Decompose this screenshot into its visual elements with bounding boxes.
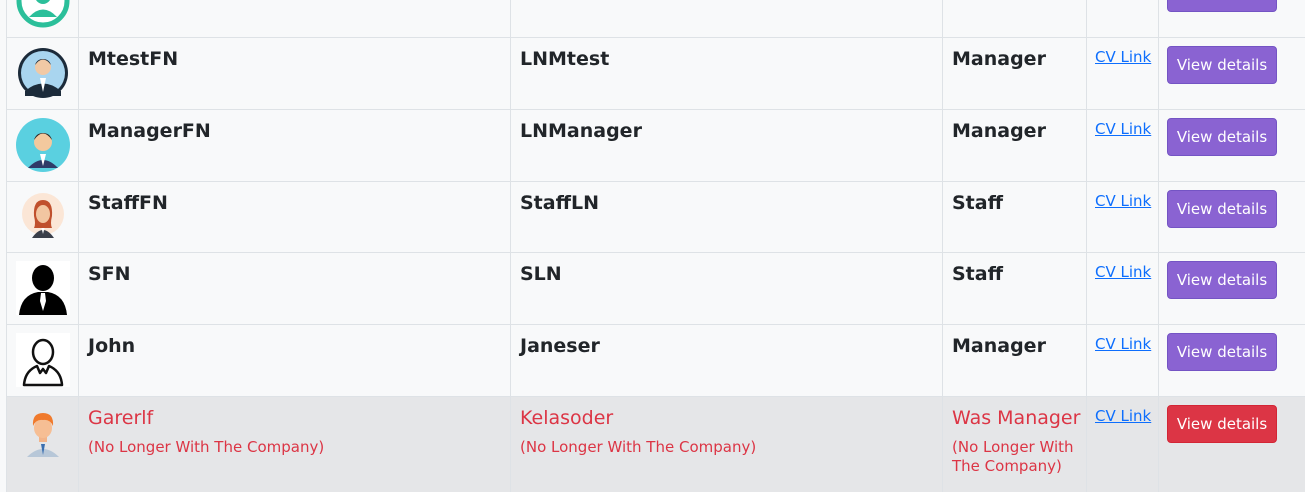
action-cell: View details (1159, 110, 1305, 181)
cv-link[interactable]: CV Link (1095, 120, 1151, 138)
status-note: (No Longer With The Company) (520, 438, 757, 456)
role: Staff (952, 263, 1003, 285)
role-cell (943, 0, 1087, 37)
avatar-cell (7, 253, 79, 324)
last-name-cell: LNMtest (511, 38, 943, 109)
view-details-button[interactable]: View details (1167, 333, 1277, 371)
first-name: StaffFN (88, 192, 168, 214)
role-cell: Staff (943, 182, 1087, 252)
view-details-button[interactable] (1167, 0, 1277, 12)
cv-link[interactable]: CV Link (1095, 335, 1151, 353)
table-row (7, 0, 1305, 38)
table-row: MtestFN LNMtest Manager CV Link View det… (7, 38, 1305, 110)
table-row: ManagerFN LNManager Manager CV Link View… (7, 110, 1305, 182)
last-name-cell (511, 0, 943, 37)
avatar-cell (7, 38, 79, 109)
table-row: John Janeser Manager CV Link View detail… (7, 325, 1305, 397)
action-cell: View details (1159, 397, 1305, 492)
last-name: LNMtest (520, 48, 610, 70)
action-cell: View details (1159, 38, 1305, 109)
cv-cell: CV Link (1087, 397, 1159, 492)
last-name: Kelasoder (520, 407, 614, 429)
avatar-cell (7, 110, 79, 181)
first-name-cell: John (79, 325, 511, 396)
view-details-button[interactable]: View details (1167, 405, 1277, 443)
role-cell: Was Manager (No Longer With The Company) (943, 397, 1087, 492)
cv-cell: CV Link (1087, 325, 1159, 396)
outline-person-avatar-icon (16, 333, 70, 387)
last-name-cell: StaffLN (511, 182, 943, 252)
role: Staff (952, 192, 1003, 214)
cv-link[interactable]: CV Link (1095, 48, 1151, 66)
role: Manager (952, 120, 1046, 142)
last-name: StaffLN (520, 192, 599, 214)
view-details-button[interactable]: View details (1167, 46, 1277, 84)
role-cell: Manager (943, 325, 1087, 396)
view-details-button[interactable]: View details (1167, 118, 1277, 156)
avatar-cell (7, 397, 79, 492)
status-note: (No Longer With The Company) (88, 438, 325, 456)
view-details-button[interactable]: View details (1167, 190, 1277, 228)
businessman-circle-avatar-icon (16, 46, 70, 100)
cv-link[interactable]: CV Link (1095, 407, 1151, 425)
first-name: SFN (88, 263, 131, 285)
first-name: MtestFN (88, 48, 179, 70)
view-details-button[interactable]: View details (1167, 261, 1277, 299)
partial-teal-avatar-icon (16, 0, 70, 28)
action-cell: View details (1159, 325, 1305, 396)
last-name: Janeser (520, 335, 600, 357)
avatar-cell (7, 325, 79, 396)
silhouette-tie-avatar-icon (16, 261, 70, 315)
first-name-cell: SFN (79, 253, 511, 324)
first-name: John (88, 335, 136, 357)
last-name-cell: SLN (511, 253, 943, 324)
cv-cell: CV Link (1087, 253, 1159, 324)
avatar-cell (7, 182, 79, 252)
first-name-cell: MtestFN (79, 38, 511, 109)
cv-cell: CV Link (1087, 110, 1159, 181)
employee-table: MtestFN LNMtest Manager CV Link View det… (6, 0, 1305, 492)
last-name: LNManager (520, 120, 642, 142)
cv-cell: CV Link (1087, 38, 1159, 109)
role-cell: Manager (943, 38, 1087, 109)
action-cell: View details (1159, 182, 1305, 252)
first-name-cell: Garerlf (No Longer With The Company) (79, 397, 511, 492)
role: Was Manager (952, 407, 1081, 429)
first-name-cell: ManagerFN (79, 110, 511, 181)
staff-woman-avatar-icon (16, 190, 70, 244)
cv-cell (1087, 0, 1159, 37)
role: Manager (952, 48, 1046, 70)
table-row: SFN SLN Staff CV Link View details (7, 253, 1305, 325)
last-name: SLN (520, 263, 562, 285)
table-row-inactive: Garerlf (No Longer With The Company) Kel… (7, 397, 1305, 492)
role-cell: Manager (943, 110, 1087, 181)
last-name-cell: Kelasoder (No Longer With The Company) (511, 397, 943, 492)
first-name-cell: StaffFN (79, 182, 511, 252)
table-row: StaffFN StaffLN Staff CV Link View detai… (7, 182, 1305, 253)
avatar-cell (7, 0, 79, 37)
cv-cell: CV Link (1087, 182, 1159, 252)
role-cell: Staff (943, 253, 1087, 324)
first-name: ManagerFN (88, 120, 211, 142)
role: Manager (952, 335, 1046, 357)
status-note: (No Longer With The Company) (952, 438, 1074, 475)
first-name: Garerlf (88, 407, 154, 429)
last-name-cell: LNManager (511, 110, 943, 181)
last-name-cell: Janeser (511, 325, 943, 396)
first-name-cell (79, 0, 511, 37)
orange-hair-avatar-icon (16, 405, 70, 459)
manager-cyan-avatar-icon (16, 118, 70, 172)
action-cell (1159, 0, 1305, 37)
action-cell: View details (1159, 253, 1305, 324)
cv-link[interactable]: CV Link (1095, 192, 1151, 210)
cv-link[interactable]: CV Link (1095, 263, 1151, 281)
